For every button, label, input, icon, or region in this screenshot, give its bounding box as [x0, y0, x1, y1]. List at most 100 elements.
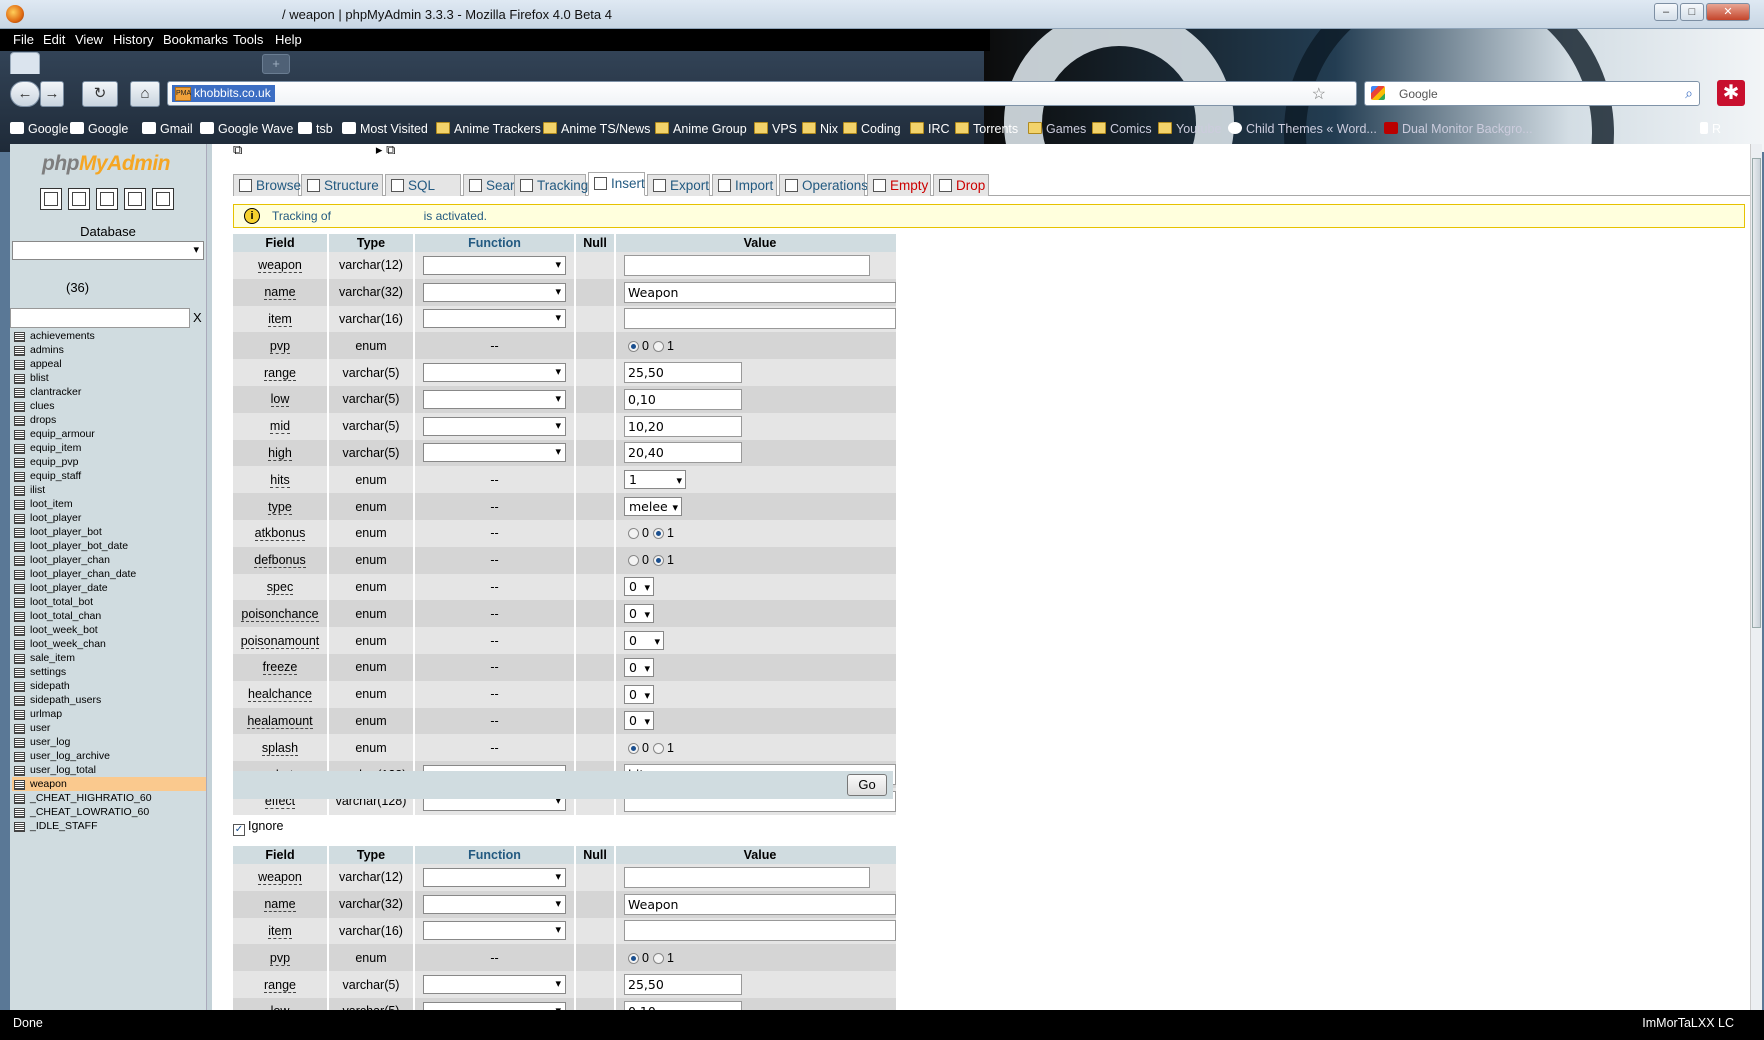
table-icon[interactable]: ⧉: [386, 142, 395, 157]
sidebar-table-sidepath[interactable]: sidepath: [12, 679, 206, 693]
sidebar-table-loot-item[interactable]: loot_item: [12, 497, 206, 511]
sidebar-table-loot-week-chan[interactable]: loot_week_chan: [12, 637, 206, 651]
radio-atkbonus-0[interactable]: [628, 528, 639, 540]
function-select[interactable]: [423, 894, 566, 914]
maximize-button[interactable]: □: [1680, 3, 1704, 21]
sidebar-table-ilist[interactable]: ilist: [12, 483, 206, 497]
tab-browse[interactable]: Browse: [233, 174, 301, 196]
sidebar-table-loot-player-bot-date[interactable]: loot_player_bot_date: [12, 539, 206, 553]
sidebar-table-user-log-total[interactable]: user_log_total: [12, 763, 206, 777]
menu-file[interactable]: File: [13, 32, 34, 47]
sidebar-table-loot-player[interactable]: loot_player: [12, 511, 206, 525]
clear-filter-button[interactable]: X: [193, 310, 202, 325]
sidebar-table-sidepath-users[interactable]: sidepath_users: [12, 693, 206, 707]
sidebar-table-user-log[interactable]: user_log: [12, 735, 206, 749]
vertical-scrollbar[interactable]: [1750, 144, 1762, 1010]
mysql-docs-icon[interactable]: [152, 188, 174, 210]
bookmark-coding[interactable]: Coding: [843, 122, 901, 136]
function-select[interactable]: [423, 282, 566, 302]
sidebar-table-settings[interactable]: settings: [12, 665, 206, 679]
bookmark-irc[interactable]: IRC: [910, 122, 950, 136]
sidebar-table-idle-staff[interactable]: _IDLE_STAFF: [12, 819, 206, 833]
value-input-range[interactable]: 25,50: [624, 974, 742, 996]
bookmark-comics[interactable]: Comics: [1092, 122, 1152, 136]
tab-import[interactable]: Import: [712, 174, 777, 196]
function-select[interactable]: [423, 975, 566, 995]
sidebar-table-cheat-lowratio-60[interactable]: _CHEAT_LOWRATIO_60: [12, 805, 206, 819]
sql-icon[interactable]: [96, 188, 118, 210]
sidebar-table-loot-player-bot[interactable]: loot_player_bot: [12, 525, 206, 539]
function-select[interactable]: [423, 921, 566, 941]
tab-empty[interactable]: Empty: [867, 174, 931, 196]
url-bar[interactable]: PMA khobbits.co.uk ☆: [167, 81, 1357, 106]
sidebar-table-urlmap[interactable]: urlmap: [12, 707, 206, 721]
value-input-mid[interactable]: 10,20: [624, 415, 742, 437]
close-button[interactable]: ✕: [1706, 3, 1750, 21]
tab-drop[interactable]: Drop: [933, 174, 989, 196]
bookmark-anime-group[interactable]: Anime Group: [655, 122, 747, 136]
bookmark-youtube[interactable]: Youtube: [1158, 122, 1221, 136]
value-input-range[interactable]: 25,50: [624, 362, 742, 384]
sidebar-table-achievements[interactable]: achievements: [12, 329, 206, 343]
function-select[interactable]: [423, 416, 566, 436]
bookmark-r[interactable]: R: [1700, 122, 1721, 136]
tab-operations[interactable]: Operations: [779, 174, 868, 196]
menu-history[interactable]: History: [113, 32, 153, 47]
bookmark-anime-trackers[interactable]: Anime Trackers: [436, 122, 541, 136]
sidebar-table-loot-total-chan[interactable]: loot_total_chan: [12, 609, 206, 623]
value-input-weapon[interactable]: [624, 866, 870, 888]
bookmark-star-icon[interactable]: ☆: [1312, 84, 1326, 104]
value-input-low[interactable]: 0,10: [624, 388, 742, 410]
radio-defbonus-1[interactable]: [652, 555, 664, 567]
tab-sql[interactable]: SQL: [385, 174, 461, 196]
value-select-healamount[interactable]: 0: [624, 711, 654, 731]
phpmyadmin-logo[interactable]: phpMyAdmin: [42, 152, 170, 176]
server-icon[interactable]: ⧉: [233, 142, 242, 157]
function-select[interactable]: [423, 443, 566, 463]
menu-tools[interactable]: Tools: [233, 32, 263, 47]
bookmark-torrents[interactable]: Torrents: [955, 122, 1018, 136]
value-select-poisonchance[interactable]: 0: [624, 604, 654, 624]
function-select[interactable]: [423, 867, 566, 887]
sidebar-table-loot-player-chan[interactable]: loot_player_chan: [12, 553, 206, 567]
value-input-item[interactable]: [624, 308, 896, 330]
ignore-checkbox[interactable]: ✓: [233, 824, 245, 836]
radio-pvp-1[interactable]: [652, 340, 664, 352]
frame-splitter[interactable]: [206, 144, 212, 1010]
sidebar-table-sale-item[interactable]: sale_item: [12, 651, 206, 665]
sidebar-table-clantracker[interactable]: clantracker: [12, 385, 206, 399]
function-select[interactable]: [423, 363, 566, 383]
radio-atkbonus-1[interactable]: [652, 528, 664, 540]
value-select-freeze[interactable]: 0: [624, 657, 654, 677]
sidebar-table-equip-armour[interactable]: equip_armour: [12, 427, 206, 441]
home-button[interactable]: ⌂: [130, 81, 160, 107]
sidebar-table-equip-pvp[interactable]: equip_pvp: [12, 455, 206, 469]
bookmark-gmail[interactable]: Gmail: [142, 122, 193, 136]
function-select[interactable]: [423, 309, 566, 329]
bookmark-anime-ts-news[interactable]: Anime TS/News: [543, 122, 650, 136]
sidebar-table-equip-item[interactable]: equip_item: [12, 441, 206, 455]
bookmark-nix[interactable]: Nix: [802, 122, 838, 136]
sidebar-table-user[interactable]: user: [12, 721, 206, 735]
bookmark-child-themes[interactable]: Child Themes « Word...: [1228, 122, 1377, 136]
bookmark-google-wave[interactable]: Google Wave: [200, 122, 293, 136]
bookmark-google-2[interactable]: Google: [70, 122, 128, 136]
bookmark-most-visited[interactable]: Most Visited: [342, 122, 428, 136]
bookmark-vps[interactable]: VPS: [754, 122, 797, 136]
value-input-weapon[interactable]: [624, 254, 870, 276]
menu-bookmarks[interactable]: Bookmarks: [163, 32, 228, 47]
function-select[interactable]: [423, 255, 566, 275]
sidebar-table-drops[interactable]: drops: [12, 413, 206, 427]
value-input-name[interactable]: Weapon: [624, 281, 896, 303]
table-filter-input[interactable]: [10, 308, 190, 328]
sidebar-table-loot-player-chan-date[interactable]: loot_player_chan_date: [12, 567, 206, 581]
value-input-name[interactable]: Weapon: [624, 893, 896, 915]
sidebar-table-loot-total-bot[interactable]: loot_total_bot: [12, 595, 206, 609]
database-select[interactable]: [12, 241, 204, 260]
value-select-hits[interactable]: 1: [624, 470, 686, 490]
addon-button[interactable]: ✱: [1717, 80, 1745, 106]
query-window-icon[interactable]: [68, 188, 90, 210]
value-select-healchance[interactable]: 0: [624, 684, 654, 704]
bookmark-games[interactable]: Games: [1028, 122, 1086, 136]
home-icon[interactable]: [40, 188, 62, 210]
